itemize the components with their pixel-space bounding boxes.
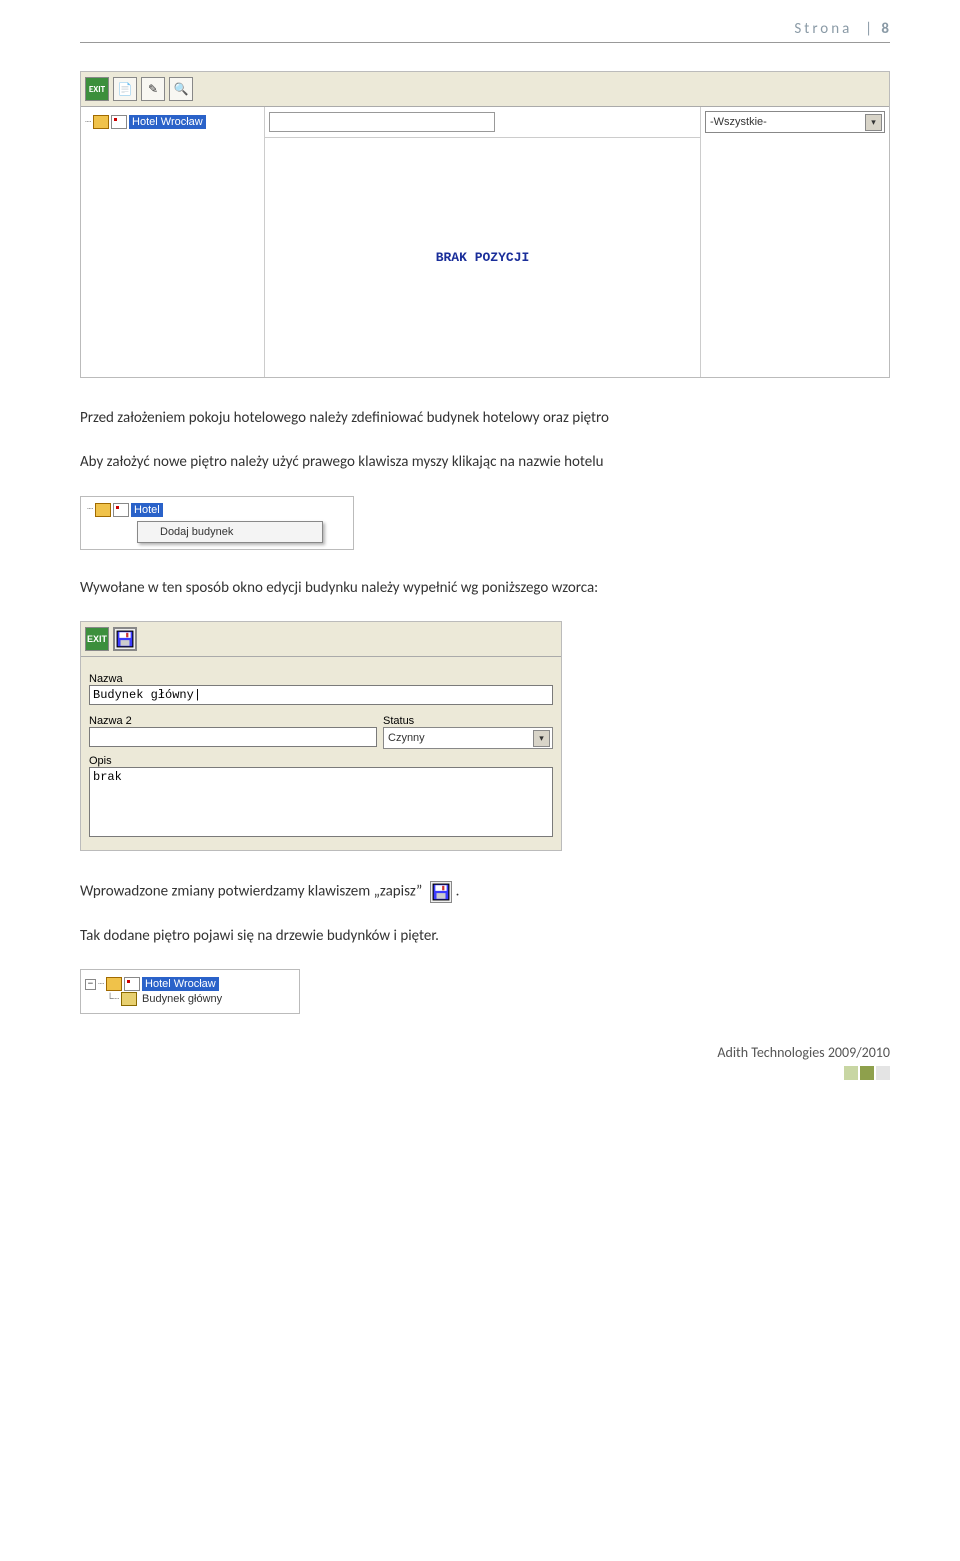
folder-icon xyxy=(93,115,109,129)
folder-icon xyxy=(106,977,122,991)
tree-pane: ┈ Hotel Wrocław xyxy=(81,107,265,377)
paragraph-4-period: . xyxy=(456,883,460,901)
edit-icon[interactable]: ✎ xyxy=(141,77,165,101)
page-footer: Adith Technologies 2009/2010 xyxy=(80,1044,890,1074)
tree-connector: ┈ xyxy=(87,504,93,515)
label-status: Status xyxy=(383,715,553,727)
page-number: 8 xyxy=(881,20,890,38)
exit-button[interactable]: EXIT xyxy=(85,77,109,101)
tree2-building-row[interactable]: └┈ Budynek główny xyxy=(85,992,295,1006)
tree2-hotel-label[interactable]: Hotel Wrocław xyxy=(142,977,219,991)
new-document-icon[interactable]: 📄 xyxy=(113,77,137,101)
input-opis[interactable] xyxy=(89,767,553,837)
tree-connector: ┈ xyxy=(98,979,104,990)
hotel-icon xyxy=(113,503,129,517)
building-icon xyxy=(121,992,137,1006)
paragraph-4: Wprowadzone zmiany potwierdzamy klawisze… xyxy=(80,881,890,903)
filter-combo-value: -Wszystkie- xyxy=(710,116,767,128)
ctx-hotel-label[interactable]: Hotel xyxy=(131,503,163,517)
filter-bar xyxy=(265,107,700,138)
zoom-icon[interactable]: 🔍 xyxy=(169,77,193,101)
paragraph-3: Wywołane w ten sposób okno edycji budynk… xyxy=(80,578,890,600)
tree-root[interactable]: ┈ Hotel Wrocław xyxy=(85,115,260,129)
footer-decoration xyxy=(844,1066,890,1080)
tree2-building-label[interactable]: Budynek główny xyxy=(139,992,225,1006)
hotel-icon xyxy=(124,977,140,991)
chevron-down-icon: ▾ xyxy=(533,730,550,747)
save-button[interactable] xyxy=(113,627,137,651)
tree-connector: ┈ xyxy=(85,117,91,128)
context-menu-screenshot: ┈ Hotel Dodaj budynek xyxy=(80,496,354,550)
main-window-body: ┈ Hotel Wrocław BRAK POZYCJI -Wszystkie-… xyxy=(81,107,889,377)
exit-button[interactable]: EXIT xyxy=(85,627,109,651)
tree-expanded: − ┈ Hotel Wrocław └┈ Budynek główny xyxy=(80,969,300,1014)
filter-input[interactable] xyxy=(269,112,495,132)
edit-building-form: EXIT Nazwa Nazwa 2 Status Czynny ▾ Opis xyxy=(80,621,562,851)
save-icon-inline xyxy=(430,881,452,903)
edit-form-body: Nazwa Nazwa 2 Status Czynny ▾ Opis xyxy=(81,657,561,850)
input-nazwa[interactable] xyxy=(89,685,553,705)
status-combo-value: Czynny xyxy=(388,732,425,744)
main-window-toolbar: EXIT 📄 ✎ 🔍 xyxy=(81,72,889,107)
context-menu-item-add-building[interactable]: Dodaj budynek xyxy=(160,526,300,538)
tree-collapse-icon[interactable]: − xyxy=(85,979,96,990)
filter-combo[interactable]: -Wszystkie- ▾ xyxy=(705,111,885,133)
paragraph-4-text: Wprowadzone zmiany potwierdzamy klawisze… xyxy=(80,883,422,901)
main-window: EXIT 📄 ✎ 🔍 ┈ Hotel Wrocław BRAK POZYCJI … xyxy=(80,71,890,378)
context-menu: Dodaj budynek xyxy=(137,521,323,543)
paragraph-2: Aby założyć nowe piętro należy użyć praw… xyxy=(80,452,890,474)
label-nazwa: Nazwa xyxy=(89,673,553,685)
page-header: Strona | 8 xyxy=(80,20,890,43)
label-nazwa2: Nazwa 2 xyxy=(89,715,377,727)
empty-list-message: BRAK POZYCJI xyxy=(265,138,700,377)
chevron-down-icon: ▾ xyxy=(865,114,882,131)
folder-icon xyxy=(95,503,111,517)
edit-form-toolbar: EXIT xyxy=(81,622,561,657)
paragraph-5: Tak dodane piętro pojawi się na drzewie … xyxy=(80,926,890,948)
tree-connector: └┈ xyxy=(107,994,119,1005)
status-combo[interactable]: Czynny ▾ xyxy=(383,727,553,749)
center-pane: BRAK POZYCJI xyxy=(265,107,700,377)
hotel-icon xyxy=(111,115,127,129)
page-header-label: Strona xyxy=(794,20,852,38)
paragraph-1: Przed założeniem pokoju hotelowego należ… xyxy=(80,408,890,430)
footer-text: Adith Technologies 2009/2010 xyxy=(717,1044,890,1061)
label-opis: Opis xyxy=(89,755,553,767)
ctx-tree-row: ┈ Hotel xyxy=(87,503,347,517)
tree2-hotel-row[interactable]: − ┈ Hotel Wrocław xyxy=(85,977,295,991)
right-pane: -Wszystkie- ▾ xyxy=(700,107,889,377)
tree-hotel-label[interactable]: Hotel Wrocław xyxy=(129,115,206,129)
input-nazwa2[interactable] xyxy=(89,727,377,747)
